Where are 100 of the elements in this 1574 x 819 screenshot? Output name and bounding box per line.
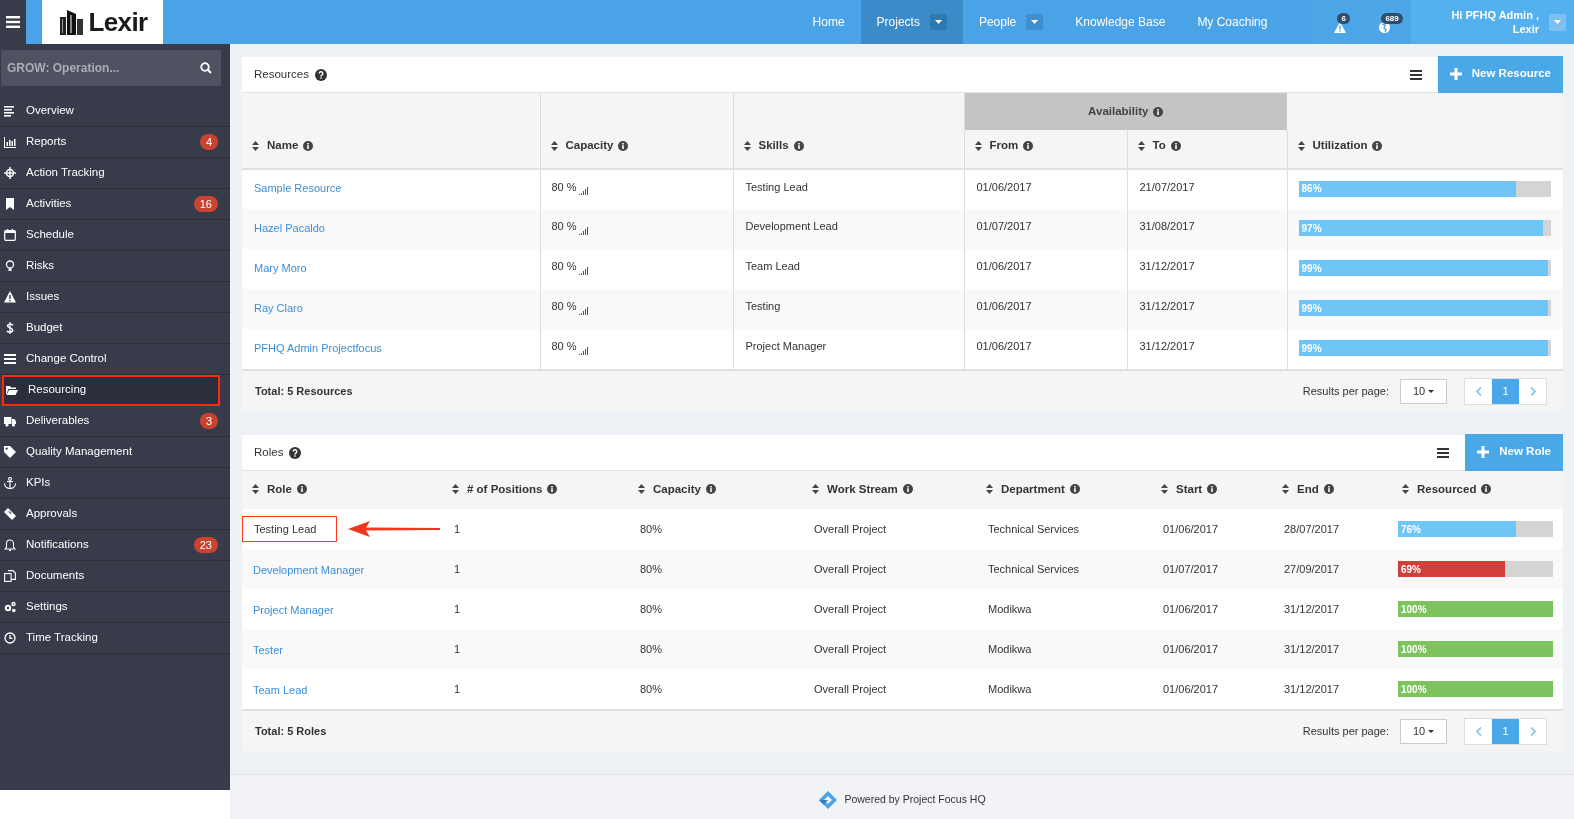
sidebar-item[interactable]: Action Tracking [0,158,230,189]
table-cell-text: 80 % [551,299,577,315]
sidebar-label: Quality Management [26,444,134,460]
table-cell: Modikwa [988,682,1032,695]
sort-icon[interactable] [550,140,558,151]
menu-button[interactable] [0,0,26,44]
sidebar-item[interactable]: Schedule [0,220,230,251]
table-cell: 1 [454,522,461,535]
dropdown-button[interactable] [929,14,947,30]
help-icon[interactable] [314,68,327,81]
sort-icon[interactable] [743,140,751,151]
column-header[interactable]: Name [252,137,314,155]
sidebar-label: Notifications [26,537,90,553]
notification-button[interactable]: 689 [1369,7,1400,37]
search-icon[interactable] [200,62,212,74]
resource-link[interactable]: Mary Moro [254,261,307,274]
sidebar-item[interactable]: Activities 16 [0,189,230,220]
nav-link[interactable]: Projects [876,13,920,31]
sidebar-item[interactable]: Time Tracking [0,623,230,654]
sort-icon[interactable] [252,484,259,495]
column-header[interactable]: # of Positions [452,480,558,498]
info-icon [296,484,307,495]
role-link[interactable]: Project Manager [253,604,334,616]
sort-icon[interactable] [1297,140,1305,151]
page-size-select[interactable]: 10 [1400,378,1447,404]
page-size-select[interactable]: 10 [1400,718,1447,744]
info-icon [1170,140,1181,151]
progress-label: 86% [1301,182,1322,196]
column-header[interactable]: Capacity [638,480,716,498]
help-icon[interactable] [289,446,302,459]
dollar-icon [4,322,16,334]
column-header[interactable]: End [1282,480,1334,498]
sort-icon[interactable] [1282,484,1289,495]
column-header[interactable]: Capacity [550,137,629,155]
truck-icon [4,415,16,427]
sort-icon[interactable] [452,484,459,495]
table-cell: 31/12/2017 [1284,642,1340,655]
table-cell: 27/09/2017 [1284,562,1340,575]
table-cell: 1 [454,602,461,615]
logo[interactable]: Lexir [42,0,163,44]
table-cell: 01/06/2017 [1163,682,1219,695]
sort-icon[interactable] [252,140,259,151]
sidebar-item[interactable]: Documents [0,561,230,592]
sidebar-item[interactable]: Notifications 23 [0,530,230,561]
table-cell: Overall Project [814,642,887,655]
table-cell: 01/06/2017 [976,180,1032,193]
caret-icon [1428,389,1435,393]
plus-icon [1449,68,1462,80]
count-badge: 689 [1381,13,1403,24]
dropdown-button[interactable] [1026,14,1044,30]
panel-title: Resources [254,66,309,82]
gears-icon [4,601,16,613]
documents-icon [4,570,16,582]
sort-icon[interactable] [1161,484,1168,495]
column-header[interactable]: Skills [743,137,804,155]
column-header[interactable]: To [1137,137,1181,155]
sidebar-item[interactable]: Issues [0,282,230,313]
group-header: Availability [1088,102,1164,121]
table-cell: 80% [640,602,663,615]
column-header[interactable]: Start [1161,480,1218,498]
nav-item[interactable]: Projects [860,0,963,44]
sidebar-item[interactable]: Overview [0,96,230,127]
column-header[interactable]: Utilization [1297,137,1383,155]
caret-icon [1428,729,1435,733]
sidebar-label: Budget [26,320,64,336]
sidebar-item[interactable]: Deliverables 3 [0,406,230,437]
tag-icon [4,446,16,458]
sidebar-item[interactable]: Reports 4 [0,127,230,158]
column-header[interactable]: From [974,137,1034,155]
resource-link[interactable]: PFHQ Admin Projectfocus [254,341,382,354]
user-greeting: Hi PFHQ Admin , [1451,8,1539,22]
menu-icon[interactable] [1437,447,1450,458]
resource-link[interactable]: Sample Resource [254,182,342,194]
sidebar-label: Approvals [26,506,79,522]
menu-icon[interactable] [1409,69,1422,80]
info-icon [1372,140,1383,151]
sort-icon[interactable] [812,484,819,495]
role-link[interactable]: Team Lead [253,684,308,696]
sidebar-item[interactable]: Resourcing [2,375,220,406]
column-header[interactable]: Resourced [1402,480,1492,498]
column-header[interactable]: Role [252,480,307,498]
sort-icon[interactable] [1137,140,1145,151]
column-header[interactable]: Department [986,480,1080,498]
signal-icon [578,266,589,275]
notification-button[interactable]: 6 [1325,7,1356,37]
role-name[interactable]: Testing Lead [242,516,337,542]
table-cell: Technical Services [988,562,1080,575]
sidebar-label: Risks [26,258,56,274]
sidebar-item[interactable]: Approvals [0,499,230,530]
sidebar-item[interactable]: Settings [0,592,230,623]
sort-icon[interactable] [638,484,645,495]
sort-icon[interactable] [974,140,982,151]
column-header[interactable]: Work Stream [812,480,913,498]
sidebar-item[interactable]: Quality Management [0,437,230,468]
sort-icon[interactable] [1402,484,1409,495]
caret-icon [1031,20,1039,24]
signal-icon [578,306,589,315]
sort-icon[interactable] [986,484,993,495]
sidebar-label: KPIs [26,475,52,491]
table-cell: Testing Lead [745,180,808,193]
